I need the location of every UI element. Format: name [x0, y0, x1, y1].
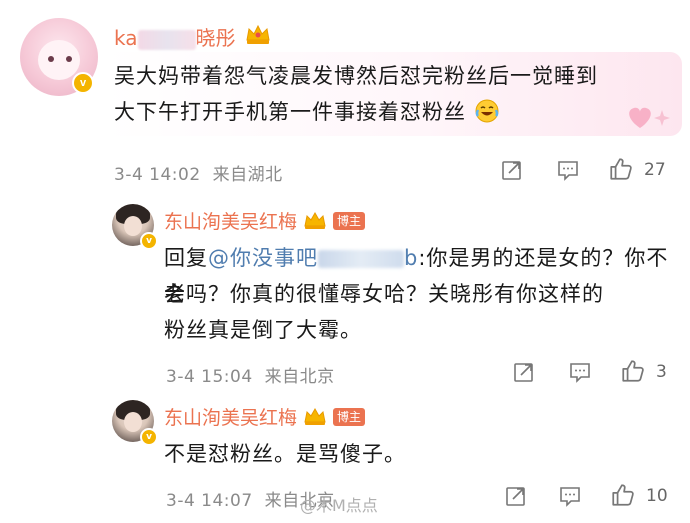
- reply-text-line2: 老吗？你真的很懂辱女哈？关晓彤有你这样的: [164, 282, 604, 306]
- share-icon[interactable]: [504, 484, 528, 508]
- comment-text-line1: 吴大妈带着怨气凌晨发博然后怼完粉丝后一觉睡到: [114, 64, 598, 88]
- username-blur: [137, 29, 196, 50]
- like-icon[interactable]: [620, 358, 646, 384]
- reply-prefix: 回复: [164, 246, 208, 270]
- avatar-face: [124, 412, 142, 432]
- like-count: 27: [644, 160, 666, 180]
- verified-badge-icon: v: [140, 232, 158, 250]
- reply-username[interactable]: 东山洵美吴红梅: [164, 403, 297, 430]
- reply-header: 东山洵美吴红梅 博主: [164, 207, 366, 234]
- comment-time: 3-4 14:02: [114, 165, 201, 185]
- reply-location: 来自北京: [264, 367, 335, 387]
- mention-prefix: @你没事吧: [208, 246, 318, 270]
- comment-meta: 3-4 14:02 来自湖北: [114, 160, 283, 185]
- comment-text-line2-content: 大下午打开手机第一件事接着怼粉丝: [114, 100, 466, 124]
- reply-text: 不是怼粉丝。是骂傻子。: [164, 442, 406, 466]
- avatar-eye-left: [48, 56, 54, 62]
- reply-header: 东山洵美吴红梅 博主: [164, 403, 366, 430]
- mention-suffix: b: [404, 246, 419, 270]
- host-badge: 博主: [333, 211, 366, 230]
- reply-username[interactable]: 东山洵美吴红梅: [164, 207, 297, 234]
- watermark: @木M点点: [300, 496, 378, 515]
- vip-crown-icon: [304, 211, 326, 229]
- comment-username[interactable]: ka 晓彤: [114, 22, 236, 51]
- vip-crown-icon: [304, 407, 326, 425]
- like-icon[interactable]: [608, 156, 634, 182]
- comment-icon[interactable]: [558, 484, 582, 508]
- avatar-face: [38, 40, 80, 80]
- verified-badge-icon: v: [140, 428, 158, 446]
- like-count: 3: [656, 362, 667, 382]
- like-icon[interactable]: [610, 482, 636, 508]
- heart-sticker-icon: [629, 107, 670, 128]
- reply-time: 3-4 15:04: [166, 367, 253, 387]
- mention-blur: [318, 250, 404, 268]
- host-badge: 博主: [333, 407, 366, 426]
- reply-text-line3: 粉丝真是倒了大霉。: [164, 318, 362, 342]
- share-icon[interactable]: [500, 158, 524, 182]
- comment-icon[interactable]: [568, 360, 592, 384]
- verified-badge-icon: v: [72, 72, 94, 94]
- laughing-crying-emoji-icon: [475, 99, 499, 123]
- username-suffix: 晓彤: [195, 26, 236, 50]
- username-prefix: ka: [114, 26, 138, 50]
- comment-location: 来自湖北: [212, 165, 283, 185]
- comment-icon[interactable]: [556, 158, 580, 182]
- mention-link[interactable]: @你没事吧 b: [208, 246, 418, 270]
- comment-text-line2: 大下午打开手机第一件事接着怼粉丝: [114, 94, 500, 130]
- like-count: 10: [646, 486, 668, 506]
- reply-meta: 3-4 15:04 来自北京: [166, 362, 335, 387]
- share-icon[interactable]: [512, 360, 536, 384]
- reply-time: 3-4 14:07: [166, 491, 253, 511]
- vip-crown-icon: [246, 24, 270, 44]
- avatar-eye-right: [66, 56, 72, 62]
- avatar-face: [124, 216, 142, 236]
